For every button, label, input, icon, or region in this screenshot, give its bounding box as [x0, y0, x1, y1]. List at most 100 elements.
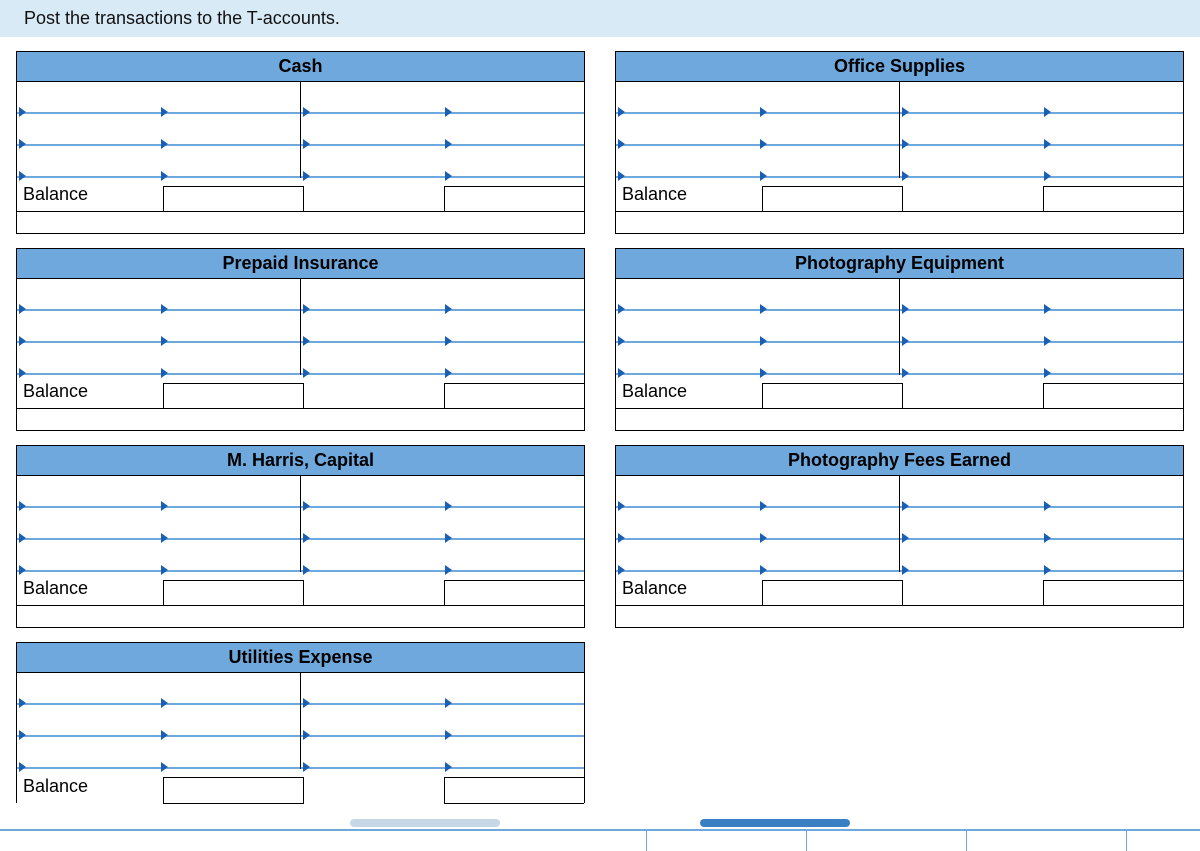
credit-amount-cell[interactable] [1042, 540, 1184, 572]
debit-date-cell[interactable] [616, 114, 758, 146]
credit-date-cell[interactable] [900, 508, 1042, 540]
credit-date-cell[interactable] [301, 673, 443, 705]
credit-date-cell[interactable] [301, 82, 443, 114]
debit-balance-input[interactable] [163, 777, 305, 804]
credit-balance-input[interactable] [444, 186, 585, 212]
debit-date-cell[interactable] [17, 279, 159, 311]
debit-date-cell[interactable] [17, 343, 159, 375]
credit-date-cell[interactable] [900, 146, 1042, 178]
credit-date-cell[interactable] [301, 705, 443, 737]
credit-amount-cell[interactable] [1042, 508, 1184, 540]
debit-date-cell[interactable] [17, 737, 159, 769]
debit-amount-cell[interactable] [758, 476, 900, 508]
debit-balance-input[interactable] [762, 580, 904, 606]
credit-date-cell[interactable] [900, 279, 1042, 311]
debit-amount-cell[interactable] [758, 508, 900, 540]
debit-date-cell[interactable] [17, 114, 159, 146]
credit-date-cell[interactable] [301, 279, 443, 311]
credit-amount-cell[interactable] [443, 540, 585, 572]
credit-amount-cell[interactable] [1042, 311, 1184, 343]
debit-date-cell[interactable] [17, 82, 159, 114]
debit-date-cell[interactable] [616, 540, 758, 572]
debit-amount-cell[interactable] [758, 311, 900, 343]
credit-balance-input[interactable] [1043, 383, 1184, 409]
credit-amount-cell[interactable] [1042, 476, 1184, 508]
tab[interactable] [647, 831, 807, 851]
credit-amount-cell[interactable] [443, 508, 585, 540]
credit-balance-input[interactable] [1043, 186, 1184, 212]
credit-date-cell[interactable] [900, 114, 1042, 146]
credit-date-cell[interactable] [301, 508, 443, 540]
credit-amount-cell[interactable] [443, 114, 585, 146]
credit-amount-cell[interactable] [1042, 114, 1184, 146]
credit-amount-cell[interactable] [443, 343, 585, 375]
tab[interactable] [487, 831, 647, 851]
debit-date-cell[interactable] [17, 146, 159, 178]
debit-amount-cell[interactable] [159, 343, 301, 375]
credit-balance-input[interactable] [444, 383, 585, 409]
debit-balance-input[interactable] [762, 383, 904, 409]
debit-amount-cell[interactable] [159, 311, 301, 343]
debit-balance-input[interactable] [762, 186, 904, 212]
credit-amount-cell[interactable] [443, 737, 585, 769]
debit-date-cell[interactable] [616, 311, 758, 343]
scrollbar-left[interactable] [350, 819, 500, 827]
debit-date-cell[interactable] [616, 279, 758, 311]
credit-date-cell[interactable] [301, 114, 443, 146]
debit-amount-cell[interactable] [159, 82, 301, 114]
credit-amount-cell[interactable] [443, 279, 585, 311]
credit-date-cell[interactable] [301, 737, 443, 769]
debit-amount-cell[interactable] [159, 508, 301, 540]
credit-amount-cell[interactable] [443, 476, 585, 508]
debit-balance-input[interactable] [163, 186, 305, 212]
debit-date-cell[interactable] [17, 311, 159, 343]
debit-date-cell[interactable] [616, 82, 758, 114]
credit-date-cell[interactable] [900, 343, 1042, 375]
debit-amount-cell[interactable] [758, 114, 900, 146]
credit-date-cell[interactable] [301, 476, 443, 508]
credit-date-cell[interactable] [301, 343, 443, 375]
credit-date-cell[interactable] [301, 540, 443, 572]
scrollbar-right[interactable] [700, 819, 850, 827]
tab[interactable] [967, 831, 1127, 851]
credit-amount-cell[interactable] [443, 705, 585, 737]
credit-date-cell[interactable] [900, 82, 1042, 114]
credit-date-cell[interactable] [900, 540, 1042, 572]
credit-amount-cell[interactable] [1042, 146, 1184, 178]
debit-balance-input[interactable] [163, 383, 305, 409]
debit-amount-cell[interactable] [159, 114, 301, 146]
tab[interactable] [807, 831, 967, 851]
debit-amount-cell[interactable] [758, 146, 900, 178]
debit-amount-cell[interactable] [159, 705, 301, 737]
credit-balance-input[interactable] [444, 580, 585, 606]
debit-amount-cell[interactable] [159, 476, 301, 508]
credit-balance-input[interactable] [1043, 580, 1184, 606]
credit-amount-cell[interactable] [443, 82, 585, 114]
credit-amount-cell[interactable] [443, 311, 585, 343]
credit-amount-cell[interactable] [1042, 279, 1184, 311]
debit-date-cell[interactable] [616, 146, 758, 178]
credit-date-cell[interactable] [900, 311, 1042, 343]
debit-amount-cell[interactable] [159, 540, 301, 572]
debit-amount-cell[interactable] [758, 82, 900, 114]
credit-amount-cell[interactable] [1042, 82, 1184, 114]
credit-amount-cell[interactable] [443, 673, 585, 705]
debit-date-cell[interactable] [17, 540, 159, 572]
debit-amount-cell[interactable] [159, 279, 301, 311]
debit-date-cell[interactable] [616, 508, 758, 540]
debit-date-cell[interactable] [17, 476, 159, 508]
debit-amount-cell[interactable] [159, 673, 301, 705]
credit-amount-cell[interactable] [1042, 343, 1184, 375]
debit-date-cell[interactable] [17, 508, 159, 540]
credit-balance-input[interactable] [444, 777, 585, 804]
debit-date-cell[interactable] [17, 705, 159, 737]
credit-date-cell[interactable] [301, 146, 443, 178]
credit-amount-cell[interactable] [443, 146, 585, 178]
credit-date-cell[interactable] [301, 311, 443, 343]
debit-amount-cell[interactable] [159, 146, 301, 178]
debit-amount-cell[interactable] [758, 279, 900, 311]
debit-amount-cell[interactable] [159, 737, 301, 769]
debit-balance-input[interactable] [163, 580, 305, 606]
debit-date-cell[interactable] [17, 673, 159, 705]
debit-amount-cell[interactable] [758, 343, 900, 375]
